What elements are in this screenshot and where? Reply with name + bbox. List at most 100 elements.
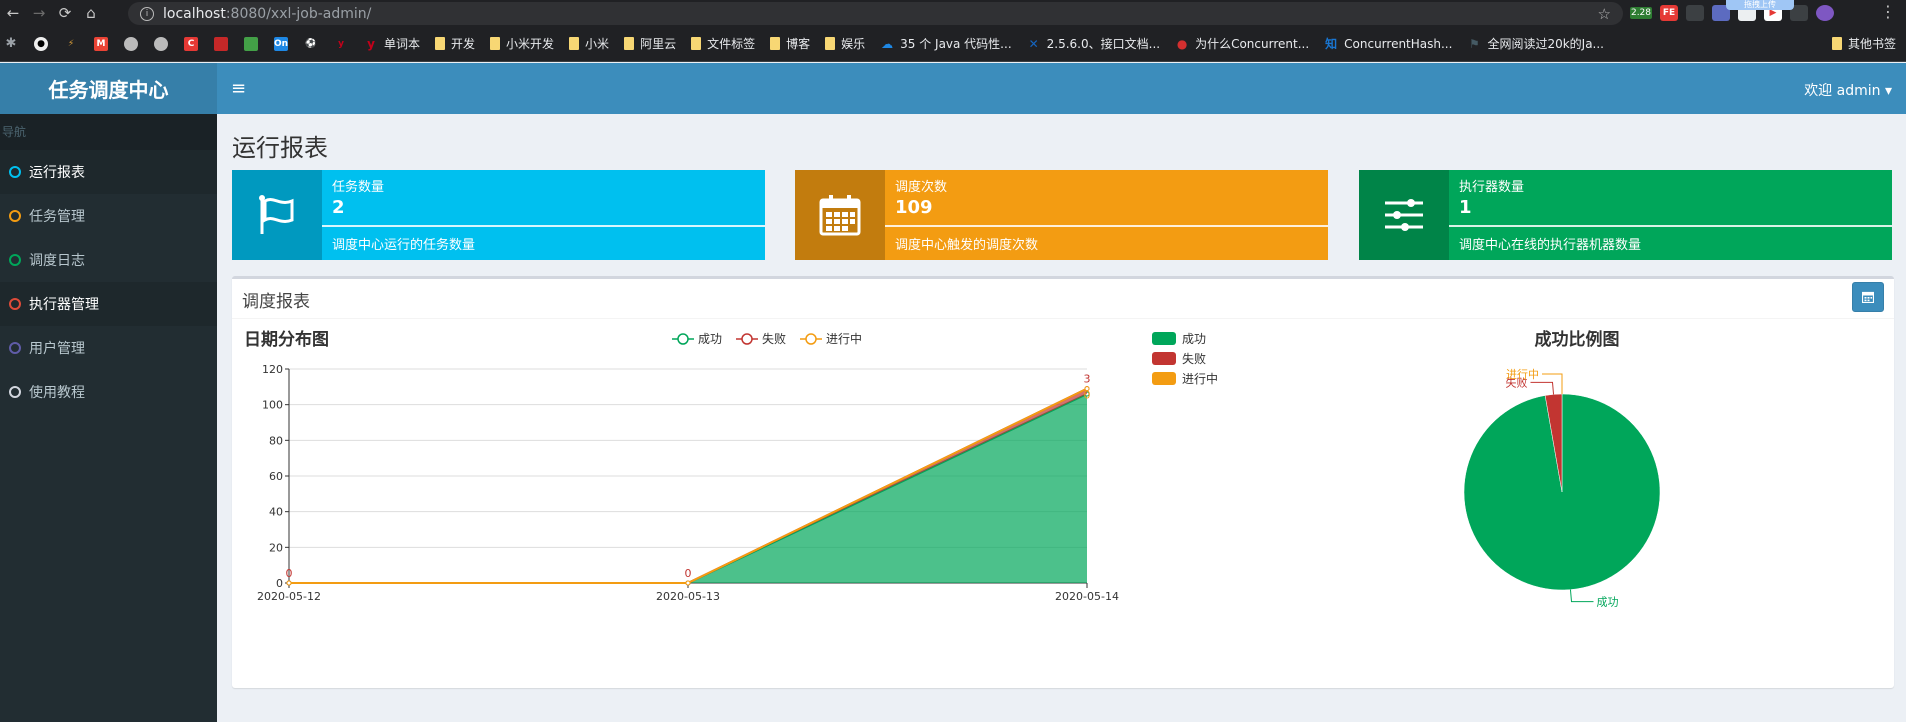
sidebar-item-label: 运行报表 bbox=[29, 165, 85, 181]
pie-label-line bbox=[1569, 589, 1594, 603]
page-title: 运行报表 bbox=[232, 134, 328, 162]
sidebar-item-0[interactable]: 运行报表 bbox=[0, 150, 217, 194]
stat-progress-line bbox=[322, 225, 765, 227]
upload-popup: 拖拽上传 bbox=[1726, 0, 1794, 10]
back-arrow-icon[interactable]: ← bbox=[0, 0, 26, 26]
bookmark-item[interactable]: ✕ 2.5.6.0、接口文档... bbox=[1027, 35, 1160, 52]
folder-icon bbox=[435, 37, 446, 50]
report-title: 调度报表 bbox=[242, 292, 310, 312]
sidebar-item-3[interactable]: 执行器管理 bbox=[0, 282, 217, 326]
y-tick-label: 100 bbox=[262, 399, 283, 412]
sidebar-item-label: 执行器管理 bbox=[29, 297, 99, 313]
csdn-icon[interactable]: C bbox=[184, 36, 204, 51]
data-label: 0 bbox=[685, 567, 692, 580]
legend-swatch bbox=[1152, 332, 1176, 345]
home-icon[interactable]: ⌂ bbox=[78, 0, 104, 26]
bookmark-item[interactable]: 文件标签 bbox=[691, 35, 755, 52]
stat-card-2: 执行器数量 1 调度中心在线的执行器机器数量 bbox=[1359, 170, 1892, 260]
sidebar-item-1[interactable]: 任务管理 bbox=[0, 194, 217, 238]
stat-progress-line bbox=[1449, 225, 1892, 227]
pie-label-line bbox=[1542, 373, 1563, 394]
sidebar-item-label: 调度日志 bbox=[29, 253, 85, 269]
bookmark-item[interactable]: ⚑ 全网阅读过20k的Ja... bbox=[1467, 35, 1604, 52]
stat-card-1: 调度次数 109 调度中心触发的调度次数 bbox=[795, 170, 1328, 260]
bookmark-favicon-icon: 知 bbox=[1325, 37, 1338, 51]
legend-marker bbox=[805, 333, 817, 345]
date-range-button[interactable] bbox=[1852, 282, 1884, 312]
extension-icon[interactable] bbox=[1686, 5, 1704, 21]
bookmark-item[interactable]: 小米开发 bbox=[490, 35, 554, 52]
legend-swatch bbox=[1152, 352, 1176, 365]
folder-icon bbox=[490, 37, 501, 50]
calendar-icon bbox=[1862, 291, 1874, 303]
bookmark-label: 2.5.6.0、接口文档... bbox=[1046, 37, 1161, 51]
folder-icon bbox=[770, 37, 781, 50]
bookmark-item[interactable]: 知 ConcurrentHash... bbox=[1324, 37, 1452, 52]
y-tick-label: 60 bbox=[269, 470, 283, 483]
bookmark-item[interactable]: 小米 bbox=[569, 35, 609, 52]
globe-icon[interactable] bbox=[154, 36, 174, 51]
bookmark-favicon-icon: ⚑ bbox=[1469, 36, 1480, 51]
forward-arrow-icon[interactable]: → bbox=[26, 0, 52, 26]
extension-badge[interactable]: 2.28 bbox=[1630, 7, 1652, 19]
sidebar-item-label: 任务管理 bbox=[29, 209, 85, 225]
address-bar[interactable]: i localhost:8080/xxl-job-admin/ ☆ bbox=[128, 2, 1623, 25]
circle-icon bbox=[9, 210, 21, 222]
info-icon[interactable]: i bbox=[140, 6, 154, 21]
data-point bbox=[286, 580, 292, 586]
bookmark-favicon-icon: ● bbox=[1176, 36, 1188, 51]
bookmark-item[interactable]: 博客 bbox=[770, 35, 810, 52]
user-menu[interactable]: 欢迎 admin ▾ bbox=[1804, 80, 1892, 100]
apps-icon[interactable]: ✱ bbox=[4, 36, 24, 51]
bookmark-label: 单词本 bbox=[384, 37, 421, 51]
bookmark-item[interactable]: ☁ 35 个 Java 代码性... bbox=[880, 35, 1012, 52]
globe-icon[interactable] bbox=[124, 36, 144, 51]
bookmark-icon[interactable]: ⚡ bbox=[64, 37, 84, 51]
bookmark-label: 为什么Concurrent... bbox=[1195, 37, 1310, 51]
stat-label: 执行器数量 bbox=[1459, 180, 1525, 195]
y-tick-label: 20 bbox=[269, 541, 283, 554]
bookmark-label: 小米 bbox=[585, 37, 610, 51]
bookmark-label: 娱乐 bbox=[841, 37, 866, 51]
sidebar-item-2[interactable]: 调度日志 bbox=[0, 238, 217, 282]
app-logo[interactable]: 任务调度中心 bbox=[0, 63, 217, 114]
stat-text: 调度次数 109 bbox=[895, 176, 947, 218]
pie-label-line bbox=[1530, 381, 1555, 395]
bookmark-icon[interactable]: On bbox=[274, 36, 294, 51]
bookmark-item[interactable]: 开发 bbox=[435, 35, 475, 52]
bookmark-item[interactable]: 阿里云 bbox=[624, 35, 676, 52]
sidebar-item-label: 使用教程 bbox=[29, 385, 85, 401]
sidebar-item-label: 用户管理 bbox=[29, 341, 85, 357]
browser-menu-icon[interactable]: ⋮ bbox=[1880, 2, 1896, 21]
youdao-icon[interactable]: y bbox=[334, 37, 354, 51]
circle-icon bbox=[9, 166, 21, 178]
gmail-icon[interactable]: M bbox=[94, 36, 114, 51]
other-bookmarks[interactable]: 其他书签 bbox=[1831, 35, 1896, 52]
nav-header: 导航 bbox=[0, 114, 217, 150]
reload-icon[interactable]: ⟳ bbox=[52, 0, 78, 26]
y-tick-label: 80 bbox=[269, 434, 283, 447]
bookmark-item[interactable]: ● 为什么Concurrent... bbox=[1175, 35, 1309, 52]
legend-label: 进行中 bbox=[1182, 371, 1218, 386]
bookmark-label: 阿里云 bbox=[640, 37, 677, 51]
bookmark-icon[interactable] bbox=[214, 36, 234, 51]
github-icon[interactable]: ● bbox=[34, 36, 54, 51]
bookmark-label: 全网阅读过20k的Ja... bbox=[1487, 37, 1604, 51]
report-box: 调度报表 日期分布图 成功比例图 0 20 40 60 80 100 120 2020-05-… bbox=[232, 276, 1894, 688]
bookmark-star-icon[interactable]: ☆ bbox=[1598, 5, 1611, 23]
y-tick-label: 0 bbox=[276, 577, 283, 590]
sidebar-item-4[interactable]: 用户管理 bbox=[0, 326, 217, 370]
y-tick-label: 120 bbox=[262, 363, 283, 376]
date-distribution-chart: 0204060801001202020-05-12 2020-05-13 2020-… bbox=[257, 331, 1119, 603]
bookmark-item[interactable]: 娱乐 bbox=[825, 35, 865, 52]
profile-avatar-icon[interactable] bbox=[1816, 5, 1834, 21]
bookmark-item[interactable]: y 单词本 bbox=[364, 35, 420, 52]
sidebar-item-5[interactable]: 使用教程 bbox=[0, 370, 217, 414]
stat-description: 调度中心触发的调度次数 bbox=[895, 238, 1039, 253]
bookmark-icon[interactable] bbox=[244, 36, 264, 51]
hamburger-menu-icon[interactable]: ≡ bbox=[231, 78, 246, 99]
circle-icon bbox=[9, 254, 21, 266]
bookmark-icon[interactable]: ⚽ bbox=[304, 37, 324, 51]
pie-label: 进行中 bbox=[1506, 368, 1539, 381]
fe-extension-icon[interactable]: FE bbox=[1660, 5, 1678, 21]
